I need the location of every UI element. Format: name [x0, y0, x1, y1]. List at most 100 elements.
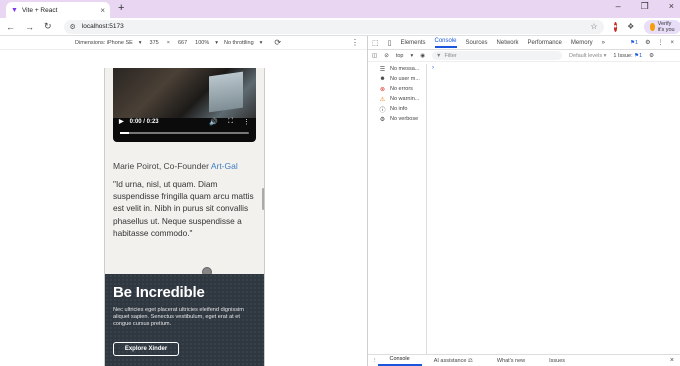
settings-gear-icon[interactable]: ⚙ — [645, 39, 650, 46]
close-devtools-icon[interactable]: × — [670, 40, 674, 46]
video-controls-left: ▶ 0:00 / 0:23 — [119, 118, 159, 126]
extensions-puzzle-icon[interactable]: ❖ — [627, 22, 634, 31]
reload-icon[interactable]: ↻ — [44, 21, 52, 32]
sidebar-item-info[interactable]: ⓘ No info — [368, 104, 426, 114]
url-input[interactable]: ⚙ localhost:5173 ☆ — [63, 19, 604, 34]
console-settings-icon[interactable]: ⚙ — [649, 53, 654, 59]
eye-icon[interactable]: ◉ — [420, 53, 425, 59]
user-icon: ☻ — [379, 76, 386, 82]
promo-section: Be Incredible Nec ultricies eget placera… — [105, 274, 264, 366]
drawer-tab-whats-new[interactable]: What's new — [485, 358, 537, 364]
sidebar-item-messages[interactable]: ☰ No messa... — [368, 64, 426, 74]
list-icon: ☰ — [379, 66, 386, 73]
filter-placeholder: Filter — [444, 52, 457, 59]
sidebar-item-warnings[interactable]: ⚠ No warnin... — [368, 94, 426, 104]
tab-sources[interactable]: Sources — [466, 40, 488, 46]
site-info-icon[interactable]: ⚙ — [70, 23, 76, 31]
profile-label: Verify it's you — [657, 20, 675, 33]
drawer-tab-console[interactable]: Console — [377, 356, 422, 366]
chevron-down-icon: ▾ — [259, 39, 263, 46]
devtools-menu-icon[interactable]: ⋮ — [657, 39, 663, 46]
console-prompt-caret[interactable]: › — [432, 65, 434, 71]
rotate-icon[interactable]: ⟳ — [274, 38, 281, 47]
fullscreen-icon[interactable]: ⛶ — [228, 118, 233, 126]
scrollbar-thumb[interactable] — [262, 188, 264, 210]
filter-input[interactable]: ▼ Filter — [432, 51, 563, 60]
tab-console[interactable]: Console — [434, 38, 457, 48]
explore-button[interactable]: Explore Xinder — [113, 342, 179, 356]
url-text: localhost:5173 — [81, 23, 124, 30]
author-name: Marie Poirot, Co-Founder — [113, 161, 209, 171]
height-input[interactable]: 667 — [178, 40, 187, 46]
avatar — [650, 22, 655, 31]
dimensions-select[interactable]: Dimensions: iPhone SE — [75, 40, 133, 46]
more-tabs-icon[interactable]: » — [602, 40, 605, 46]
devtools-tabs: ⬚ ▯ Elements Console Sources Network Per… — [368, 36, 680, 50]
video-time: 0:00 / 0:23 — [129, 118, 159, 125]
vite-favicon-icon: ▼ — [11, 6, 18, 14]
sidebar-item-errors[interactable]: ⊗ No errors — [368, 84, 426, 94]
video-progress-bar[interactable] — [120, 132, 249, 134]
emulated-page: ▶ 0:00 / 0:23 🔊 ⛶ ⋮ Marie Poirot, Co-Fou… — [104, 68, 265, 366]
chevron-down-icon: ▾ — [138, 39, 142, 46]
info-icon: ⓘ — [379, 107, 386, 114]
close-window-icon[interactable]: × — [669, 1, 674, 12]
close-tab-icon[interactable]: × — [100, 6, 105, 15]
width-input[interactable]: 375 — [150, 40, 159, 46]
restore-icon[interactable]: ❐ — [641, 1, 649, 12]
forward-icon[interactable]: → — [25, 22, 34, 32]
tab-elements[interactable]: Elements — [400, 40, 425, 46]
issues-badge[interactable]: ⚑1 — [630, 40, 638, 46]
profile-button[interactable]: Verify it's you — [644, 19, 680, 34]
company-link[interactable]: Art-Gal — [211, 161, 238, 171]
clear-console-icon[interactable]: ⊘ — [384, 53, 389, 59]
testimonial-quote: "Id urna, nisl, ut quam. Diam suspendiss… — [113, 179, 254, 238]
drawer-tab-ai-assistance[interactable]: AI assistance ⚖ — [422, 358, 485, 364]
address-bar-row: ← → ↻ ⚙ localhost:5173 ☆ ● ❖ Verify it's… — [0, 18, 680, 36]
video-menu-icon[interactable]: ⋮ — [243, 118, 250, 126]
device-toggle-icon[interactable]: ▯ — [388, 39, 392, 47]
browser-tab[interactable]: ▼ Vite + React × — [6, 2, 110, 18]
warning-icon: ⚠ — [379, 96, 386, 103]
video-player[interactable]: ▶ 0:00 / 0:23 🔊 ⛶ ⋮ — [113, 68, 256, 142]
devtools-drawer: ⋮ Console AI assistance ⚖ What's new Iss… — [368, 354, 680, 366]
throttling-select[interactable]: No throttling — [224, 40, 254, 46]
drawer-tab-issues[interactable]: Issues — [537, 358, 577, 364]
tab-network[interactable]: Network — [497, 40, 519, 46]
filter-icon: ▼ — [436, 52, 442, 59]
bookmark-star-icon[interactable]: ☆ — [590, 22, 597, 31]
tab-title: Vite + React — [21, 6, 58, 14]
back-icon[interactable]: ← — [6, 22, 15, 32]
devtools-actions: ⚑1 ⚙ ⋮ × — [630, 39, 680, 47]
video-window-detail — [209, 71, 243, 113]
window-controls: – ❐ × — [616, 1, 674, 12]
chevron-down-icon: ▾ — [410, 52, 414, 59]
extension-icon[interactable]: ● — [613, 21, 618, 32]
promo-title: Be Incredible — [113, 284, 205, 301]
bug-icon: ⚙ — [379, 116, 386, 123]
tab-memory[interactable]: Memory — [571, 40, 593, 46]
promo-text: Nec ultricies eget placerat ultricies el… — [113, 307, 244, 328]
play-icon[interactable]: ▶ — [119, 118, 124, 125]
device-toolbar: Dimensions: iPhone SE ▾ 375 × 667 100% ▾… — [0, 36, 367, 50]
volume-icon[interactable]: 🔊 — [209, 118, 218, 126]
sidebar-item-verbose[interactable]: ⚙ No verbose — [368, 114, 426, 124]
inspect-icon[interactable]: ⬚ — [372, 39, 379, 47]
close-drawer-icon[interactable]: × — [670, 357, 674, 364]
device-menu-icon[interactable]: ⋮ — [351, 38, 359, 47]
minimize-icon[interactable]: – — [616, 1, 621, 12]
main-area: Dimensions: iPhone SE ▾ 375 × 667 100% ▾… — [0, 36, 680, 366]
chevron-down-icon: ▾ — [215, 39, 218, 46]
sidebar-item-user-messages[interactable]: ☻ No user m... — [368, 74, 426, 84]
context-select[interactable]: top — [396, 53, 404, 59]
levels-select[interactable]: Default levels ▾ — [569, 53, 606, 59]
console-sidebar: ☰ No messa... ☻ No user m... ⊗ No errors ⚠ N… — [368, 64, 427, 354]
testimonial-author: Marie Poirot, Co-Founder Art-Gal — [113, 161, 238, 171]
new-tab-button[interactable]: + — [118, 2, 124, 14]
error-icon: ⊗ — [379, 86, 386, 93]
browser-tab-strip: ▼ Vite + React × + – ❐ × — [0, 0, 680, 18]
issues-count[interactable]: 1 Issue: ⚑1 — [613, 53, 642, 59]
sidebar-toggle-icon[interactable]: ◫ — [372, 53, 377, 59]
zoom-select[interactable]: 100% — [195, 40, 209, 46]
tab-performance[interactable]: Performance — [528, 40, 562, 46]
